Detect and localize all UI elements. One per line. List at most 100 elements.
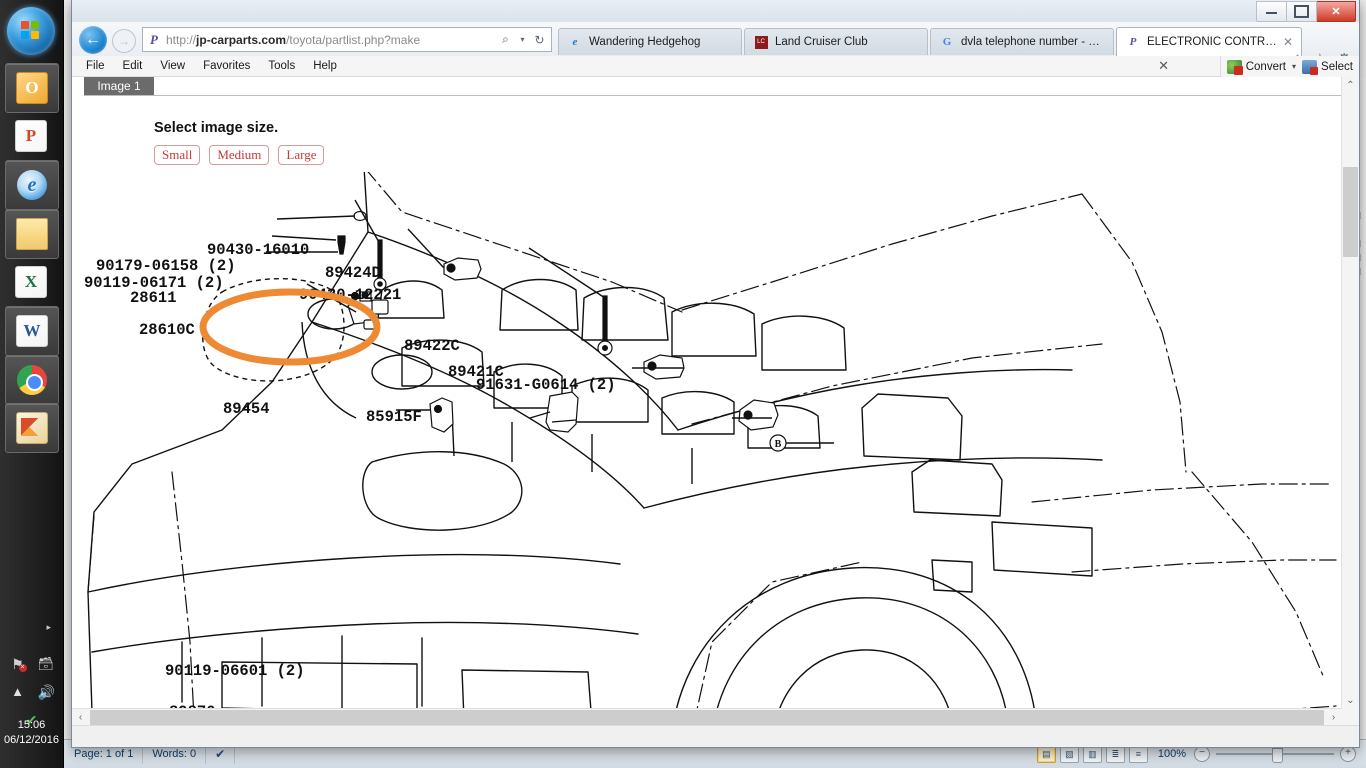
volume-icon[interactable]: 🔊 <box>38 684 55 700</box>
search-icon[interactable]: ⌕ <box>497 32 514 47</box>
pdf-favicon-icon: P <box>1129 36 1137 48</box>
zoom-slider-handle[interactable] <box>1272 748 1283 763</box>
vertical-scrollbar[interactable]: ⌃ ⌄ <box>1341 77 1359 709</box>
part-label-89424D: 89424D <box>325 264 381 282</box>
navigation-bar[interactable]: ← → P http://jp-carparts.com/toyota/part… <box>72 22 1359 68</box>
device-icon[interactable]: 🗃 <box>38 656 55 672</box>
forward-button[interactable]: → <box>112 29 136 53</box>
size-button-large[interactable]: Large <box>278 145 325 165</box>
menu-edit[interactable]: Edit <box>114 60 152 72</box>
zoom-level-label[interactable]: 100% <box>1150 748 1194 760</box>
ie-favicon-icon: e <box>572 36 578 48</box>
system-tray[interactable]: ▸ ⚑ × 🗃 ▲ 🔊 ✔ 15:06 06/12/2016 <box>0 600 63 768</box>
zoom-out-button[interactable]: − <box>1194 746 1210 762</box>
taskbar-item-internet-explorer[interactable]: e <box>5 160 59 210</box>
toolbar-close-icon[interactable]: ✕ <box>1158 58 1169 74</box>
google-favicon-icon: G <box>942 36 952 48</box>
part-label-28611: 28611 <box>130 289 177 307</box>
part-label-90119-06601: 90119-06601 (2) <box>165 662 305 680</box>
back-button[interactable]: ← <box>79 26 107 54</box>
parts-diagram[interactable]: B 90430-16010 90179-06158 (2) 89424D 901… <box>72 172 1342 709</box>
menu-favorites[interactable]: Favorites <box>194 60 259 72</box>
minimize-icon <box>1266 9 1277 14</box>
tab-label: dvla telephone number - Go... <box>961 36 1105 48</box>
draft-view-button[interactable]: ≡ <box>1128 745 1148 763</box>
internet-explorer-window[interactable]: ✕ ← → P http://jp-carparts.com/toyota/pa… <box>71 0 1360 748</box>
chevron-down-icon[interactable]: ▾ <box>514 35 531 44</box>
window-controls[interactable]: ✕ <box>1256 1 1356 22</box>
menu-bar[interactable]: File Edit View Favorites Tools Help ✕ <box>72 56 1359 77</box>
restore-button[interactable] <box>1287 1 1317 22</box>
image-size-buttons[interactable]: Small Medium Large <box>154 145 325 165</box>
page-content[interactable]: Image 1 Select image size. Small Medium … <box>72 77 1342 709</box>
svg-text:B: B <box>775 439 782 450</box>
windows-taskbar[interactable]: O P e X W ▸ ⚑ × 🗃 ▲ 🔊 ✔ 15:06 06/12/2016 <box>0 0 64 768</box>
url-protocol: http:// <box>166 32 197 47</box>
adobe-pdf-toolbar[interactable]: Convert ▾ Select <box>1219 56 1359 78</box>
tab-land-cruiser-club[interactable]: LC Land Cruiser Club <box>744 28 928 55</box>
taskbar-item-word[interactable]: W <box>5 306 59 356</box>
tab-dvla-google-search[interactable]: G dvla telephone number - Go... <box>930 28 1114 55</box>
taskbar-item-excel[interactable]: X <box>5 258 57 306</box>
highlight-ellipse-annotation <box>199 288 381 366</box>
convert-chevron-down-icon[interactable]: ▾ <box>1290 62 1298 71</box>
parts-diagram-svg: B 90430-16010 90179-06158 (2) 89424D 901… <box>84 172 1337 709</box>
taskbar-item-windows-explorer[interactable] <box>5 209 59 259</box>
outlook-icon: O <box>16 72 48 104</box>
refresh-icon[interactable]: ↻ <box>531 33 548 47</box>
zoom-slider[interactable] <box>1216 747 1334 763</box>
taskbar-item-chrome[interactable] <box>5 355 59 405</box>
zoom-in-button[interactable]: + <box>1340 746 1356 762</box>
convert-button[interactable]: Convert <box>1246 61 1286 73</box>
size-button-medium[interactable]: Medium <box>209 145 270 165</box>
select-icon <box>1302 59 1319 75</box>
print-layout-glyph: ▤ <box>1042 748 1051 759</box>
menu-tools[interactable]: Tools <box>259 60 304 72</box>
menu-file[interactable]: File <box>72 60 114 72</box>
taskbar-item-powerpoint[interactable]: P <box>5 112 57 160</box>
show-hidden-icons-button[interactable]: ▸ <box>46 622 51 633</box>
close-button[interactable]: ✕ <box>1317 1 1356 22</box>
forward-arrow-icon: → <box>118 34 130 48</box>
network-error-icon[interactable]: ⚑ × <box>10 656 27 672</box>
web-layout-view-button[interactable]: ▥ <box>1082 745 1102 763</box>
scroll-left-button[interactable]: ‹ <box>72 709 89 726</box>
size-button-small[interactable]: Small <box>154 145 201 165</box>
menu-view[interactable]: View <box>151 60 194 72</box>
full-screen-glyph: ▧ <box>1065 748 1074 759</box>
clock[interactable]: 15:06 06/12/2016 <box>0 718 63 748</box>
taskbar-item-photo-gallery[interactable] <box>5 403 59 453</box>
select-image-size-heading: Select image size. <box>154 120 279 136</box>
start-button[interactable] <box>7 7 55 55</box>
signal-bars-icon[interactable]: ▲ <box>10 684 26 700</box>
close-icon: ✕ <box>1331 6 1341 18</box>
full-screen-reading-view-button[interactable]: ▧ <box>1059 745 1079 763</box>
tab-wandering-hedgehog[interactable]: e Wandering Hedgehog <box>558 28 742 55</box>
select-button[interactable]: Select <box>1321 61 1353 73</box>
scroll-up-button[interactable]: ⌃ <box>1342 77 1359 94</box>
vertical-scroll-thumb[interactable] <box>1343 167 1358 257</box>
address-text[interactable]: http://jp-carparts.com/toyota/partlist.p… <box>162 33 497 47</box>
menu-help[interactable]: Help <box>304 60 346 72</box>
convert-icon <box>1226 59 1243 75</box>
outline-view-button[interactable]: ≣ <box>1105 745 1125 763</box>
address-bar[interactable]: P http://jp-carparts.com/toyota/partlist… <box>142 27 552 52</box>
taskbar-item-outlook[interactable]: O <box>5 63 59 113</box>
windows-logo-icon <box>21 21 41 41</box>
powerpoint-icon: P <box>15 120 47 152</box>
part-label-28610C: 28610C <box>139 321 195 339</box>
print-layout-view-button[interactable]: ▤ <box>1036 745 1056 763</box>
tab-close-icon[interactable]: ✕ <box>1283 35 1293 49</box>
minimize-button[interactable] <box>1256 1 1287 22</box>
horizontal-scrollbar[interactable]: ‹ › <box>72 708 1342 726</box>
url-host: jp-carparts.com <box>196 32 287 47</box>
tab-image-1[interactable]: Image 1 <box>84 77 154 95</box>
internet-explorer-icon: e <box>17 170 47 200</box>
title-bar[interactable]: ✕ <box>72 0 1359 23</box>
horizontal-scroll-thumb[interactable] <box>90 710 1324 725</box>
scroll-down-button[interactable]: ⌄ <box>1342 692 1359 709</box>
part-label-89454: 89454 <box>223 400 270 418</box>
scroll-right-button[interactable]: › <box>1325 709 1342 726</box>
tab-electronic-controller[interactable]: P ELECTRONIC CONTROLE... ✕ <box>1116 27 1302 56</box>
outline-glyph: ≣ <box>1111 748 1120 759</box>
